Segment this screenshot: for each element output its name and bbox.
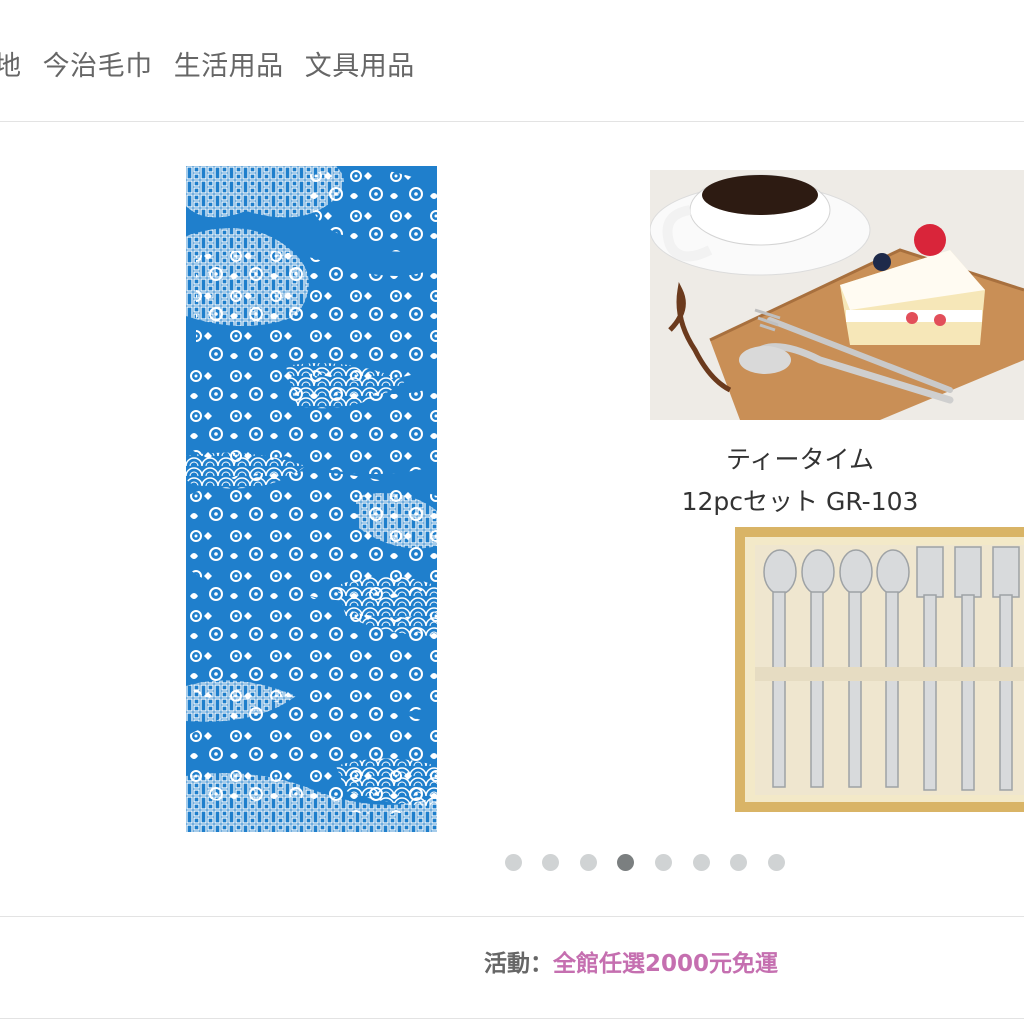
cutlery-set-photo[interactable] (735, 527, 1024, 812)
nav-item-partial[interactable]: 地 (0, 51, 22, 82)
nav-item-imabari-towel[interactable]: 今治毛巾 (43, 51, 153, 82)
nav-item-daily-goods[interactable]: 生活用品 (174, 51, 284, 82)
teatime-product-photo[interactable] (650, 170, 1024, 420)
product-caption-name: ティータイム (725, 445, 874, 474)
carousel-dot-4-active[interactable] (617, 854, 634, 871)
teatime-photo-graphic (650, 170, 1024, 420)
promo-divider-top (0, 916, 1024, 917)
carousel-dot-8[interactable] (768, 854, 785, 871)
nav-divider (0, 121, 1024, 122)
towel-pattern-graphic (186, 166, 437, 832)
carousel-dot-2[interactable] (542, 854, 559, 871)
carousel-dot-3[interactable] (580, 854, 597, 871)
category-nav: 地 今治毛巾 生活用品 文具用品 (0, 44, 427, 83)
nav-item-stationery[interactable]: 文具用品 (305, 51, 415, 82)
promo-free-shipping-link[interactable]: 全館任選2000元免運 (553, 951, 778, 977)
carousel-dot-5[interactable] (655, 854, 672, 871)
promo-label: 活動： (484, 951, 553, 977)
product-caption-model: 12pcセット GR-103 (681, 487, 919, 516)
promo-divider-bottom (0, 1018, 1024, 1019)
carousel-dot-7[interactable] (730, 854, 747, 871)
towel-product-image[interactable] (186, 166, 437, 832)
promo-banner: 活動：全館任選2000元免運 (484, 944, 778, 978)
cutlery-box-graphic (735, 527, 1024, 812)
carousel-dot-1[interactable] (505, 854, 522, 871)
carousel-dot-6[interactable] (693, 854, 710, 871)
